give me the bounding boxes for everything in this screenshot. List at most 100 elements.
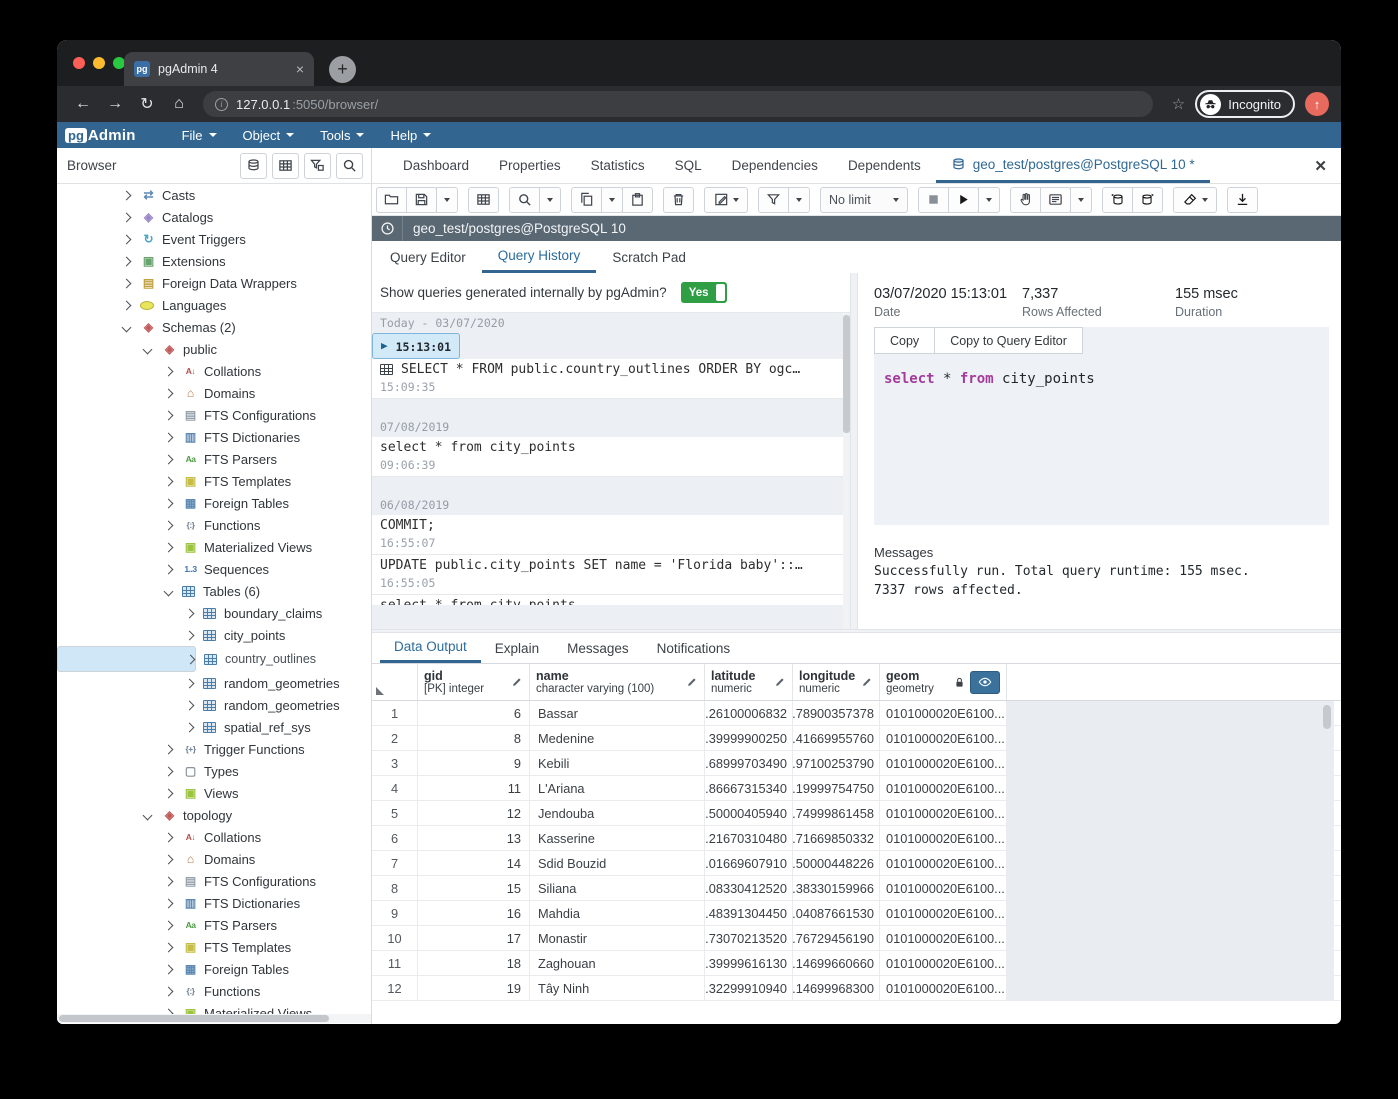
tree-item-fts-templates[interactable]: ▣FTS Templates bbox=[57, 936, 371, 958]
chevron-right-icon[interactable] bbox=[164, 744, 174, 754]
tree-item-public[interactable]: ◈public bbox=[57, 338, 371, 360]
row-number-cell[interactable]: 6 bbox=[372, 826, 418, 850]
bookmark-star-icon[interactable]: ☆ bbox=[1172, 95, 1185, 113]
chevron-right-icon[interactable] bbox=[164, 476, 174, 486]
chevron-right-icon[interactable] bbox=[164, 542, 174, 552]
tree-item-functions[interactable]: {:}Functions bbox=[57, 980, 371, 1002]
name-cell[interactable]: Siliana bbox=[530, 876, 705, 900]
address-bar[interactable]: i 127.0.0.1:5050/browser/ bbox=[203, 91, 1153, 117]
menu-tools[interactable]: Tools bbox=[320, 128, 364, 143]
name-cell[interactable]: Jendouba bbox=[530, 801, 705, 825]
name-cell[interactable]: Tây Ninh bbox=[530, 976, 705, 1000]
tree-horizontal-scrollbar[interactable] bbox=[57, 1014, 371, 1023]
longitude-cell[interactable]: 0.14699660660 bbox=[793, 951, 880, 975]
geom-cell[interactable]: 0101000020E6100... bbox=[880, 876, 1007, 900]
history-entry[interactable]: SELECT * FROM public.country_outlines OR… bbox=[372, 359, 850, 399]
find-button[interactable] bbox=[509, 187, 540, 213]
column-header-gid[interactable]: gid[PK] integer bbox=[418, 664, 530, 700]
row-number-cell[interactable]: 12 bbox=[372, 976, 418, 1000]
longitude-cell[interactable]: 8.71669850332 bbox=[793, 826, 880, 850]
tree-item-catalogs[interactable]: ◈Catalogs bbox=[57, 206, 371, 228]
row-number-cell[interactable]: 7 bbox=[372, 851, 418, 875]
history-entry[interactable]: UPDATE public.city_points SET name = 'Fl… bbox=[372, 555, 850, 595]
chevron-right-icon[interactable] bbox=[122, 190, 132, 200]
tree-item-foreign-data-wrappers[interactable]: ▤Foreign Data Wrappers bbox=[57, 272, 371, 294]
row-number-cell[interactable]: 4 bbox=[372, 776, 418, 800]
menu-file[interactable]: File bbox=[182, 128, 217, 143]
tree-item-fts-templates[interactable]: ▣FTS Templates bbox=[57, 470, 371, 492]
gid-cell[interactable]: 19 bbox=[418, 976, 530, 1000]
chevron-right-icon[interactable] bbox=[164, 986, 174, 996]
latitude-cell[interactable]: .01669607910 bbox=[705, 851, 793, 875]
chevron-right-icon[interactable] bbox=[164, 898, 174, 908]
name-cell[interactable]: Bassar bbox=[530, 701, 705, 725]
chevron-right-icon[interactable] bbox=[164, 410, 174, 420]
browser-tab[interactable]: pg pgAdmin 4 × bbox=[124, 52, 314, 86]
latitude-cell[interactable]: .73070213520 bbox=[705, 926, 793, 950]
latitude-cell[interactable]: .68999703490 bbox=[705, 751, 793, 775]
tree-item-functions[interactable]: {:}Functions bbox=[57, 514, 371, 536]
gid-cell[interactable]: 13 bbox=[418, 826, 530, 850]
tab-dashboard[interactable]: Dashboard bbox=[388, 148, 484, 183]
copy-to-editor-button[interactable]: Copy to Query Editor bbox=[934, 327, 1083, 354]
longitude-cell[interactable]: 0.19999754750 bbox=[793, 776, 880, 800]
gid-cell[interactable]: 14 bbox=[418, 851, 530, 875]
tab-statistics[interactable]: Statistics bbox=[576, 148, 660, 183]
chevron-right-icon[interactable] bbox=[164, 942, 174, 952]
name-cell[interactable]: Sdid Bouzid bbox=[530, 851, 705, 875]
chevron-right-icon[interactable] bbox=[164, 366, 174, 376]
longitude-cell[interactable]: 0.78900357378 bbox=[793, 701, 880, 725]
back-icon[interactable]: ← bbox=[69, 90, 97, 118]
edit-icon-wrap[interactable] bbox=[686, 676, 698, 688]
tab-query-history[interactable]: Query History bbox=[482, 241, 597, 273]
history-entry[interactable]: select * from city_points09:06:39 bbox=[372, 437, 850, 477]
chevron-right-icon[interactable] bbox=[122, 234, 132, 244]
chevron-right-icon[interactable] bbox=[122, 300, 132, 310]
save-options-dropdown[interactable] bbox=[436, 187, 458, 213]
latitude-cell[interactable]: .48391304450 bbox=[705, 901, 793, 925]
tree-item-country-outlines[interactable]: country_outlines bbox=[57, 646, 196, 672]
menu-object[interactable]: Object bbox=[243, 128, 295, 143]
save-button[interactable] bbox=[406, 187, 437, 213]
latitude-cell[interactable]: .86667315340 bbox=[705, 776, 793, 800]
geom-cell[interactable]: 0101000020E6100... bbox=[880, 901, 1007, 925]
chevron-right-icon[interactable] bbox=[185, 678, 195, 688]
tree-item-types[interactable]: ▢Types bbox=[57, 760, 371, 782]
chevron-right-icon[interactable] bbox=[164, 766, 174, 776]
output-tab-data-output[interactable]: Data Output bbox=[380, 633, 481, 663]
select-all-cell[interactable] bbox=[372, 664, 418, 700]
filter-button[interactable] bbox=[758, 187, 789, 213]
tree-item-spatial-ref-sys[interactable]: spatial_ref_sys bbox=[57, 716, 371, 738]
edit-icon-wrap[interactable] bbox=[511, 676, 523, 688]
geom-cell[interactable]: 0101000020E6100... bbox=[880, 701, 1007, 725]
column-header-name[interactable]: namecharacter varying (100) bbox=[530, 664, 705, 700]
grid-view-button[interactable] bbox=[272, 153, 299, 179]
chevron-down-icon[interactable] bbox=[143, 344, 153, 354]
tree-item-fts-parsers[interactable]: AaFTS Parsers bbox=[57, 448, 371, 470]
copy-query-button[interactable]: Copy bbox=[874, 327, 935, 354]
output-tab-explain[interactable]: Explain bbox=[481, 633, 553, 663]
internal-queries-toggle[interactable]: Yes bbox=[681, 282, 727, 303]
edit-column-icon[interactable] bbox=[511, 676, 523, 688]
row-number-cell[interactable]: 10 bbox=[372, 926, 418, 950]
view-geometry-button[interactable] bbox=[970, 671, 1000, 694]
chevron-right-icon[interactable] bbox=[164, 498, 174, 508]
name-cell[interactable]: Medenine bbox=[530, 726, 705, 750]
tree-item-domains[interactable]: ⌂Domains bbox=[57, 848, 371, 870]
search-button[interactable] bbox=[336, 153, 363, 179]
tree-item-casts[interactable]: ⇄Casts bbox=[57, 184, 371, 206]
extension-avatar-icon[interactable]: ↑ bbox=[1305, 92, 1329, 116]
chevron-right-icon[interactable] bbox=[122, 278, 132, 288]
close-panel-icon[interactable]: ✕ bbox=[1314, 157, 1327, 175]
open-file-button[interactable] bbox=[376, 187, 407, 213]
tree-item-fts-configurations[interactable]: ▤FTS Configurations bbox=[57, 870, 371, 892]
name-cell[interactable]: Kebili bbox=[530, 751, 705, 775]
edit-column-icon[interactable] bbox=[686, 676, 698, 688]
chevron-right-icon[interactable] bbox=[164, 964, 174, 974]
tree-item-fts-configurations[interactable]: ▤FTS Configurations bbox=[57, 404, 371, 426]
object-explorer-button[interactable] bbox=[240, 153, 267, 179]
chevron-right-icon[interactable] bbox=[164, 432, 174, 442]
longitude-cell[interactable]: 8.74999861458 bbox=[793, 801, 880, 825]
tab-sql[interactable]: SQL bbox=[660, 148, 717, 183]
chevron-right-icon[interactable] bbox=[164, 832, 174, 842]
